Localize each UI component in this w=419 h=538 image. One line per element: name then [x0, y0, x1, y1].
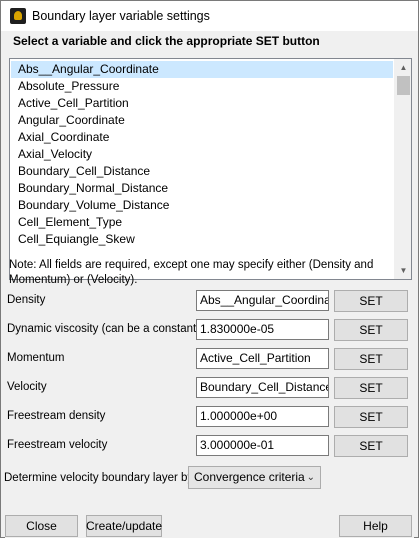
list-item[interactable]: Boundary_Volume_Distance	[11, 197, 393, 214]
freestream-density-label: Freestream density	[7, 410, 106, 422]
instructions-heading: Select a variable and click the appropri…	[13, 34, 320, 48]
list-item[interactable]: Cell_Element_Type	[11, 214, 393, 231]
list-item[interactable]: Cell_Equiangle_Skew	[11, 231, 393, 248]
velocity-label: Velocity	[7, 381, 47, 393]
list-item[interactable]: Axial_Velocity	[11, 146, 393, 163]
density-field[interactable]: Abs__Angular_Coordinate	[196, 290, 329, 311]
viscosity-field[interactable]: 1.830000e-05	[196, 319, 329, 340]
velocity-set-button[interactable]: SET	[334, 377, 408, 399]
list-item[interactable]: Boundary_Normal_Distance	[11, 180, 393, 197]
method-selected-value: Convergence criteria	[194, 470, 305, 484]
momentum-label: Momentum	[7, 352, 65, 364]
requirements-note: Note: All fields are required, except on…	[9, 259, 374, 286]
momentum-set-button[interactable]: SET	[334, 348, 408, 370]
density-row: Density Abs__Angular_Coordinate SET	[5, 290, 414, 312]
help-button[interactable]: Help	[339, 515, 412, 537]
chevron-down-icon: ⌄	[306, 472, 315, 483]
freestream-velocity-row: Freestream velocity 3.000000e-01 SET	[5, 435, 414, 457]
viscosity-set-button[interactable]: SET	[334, 319, 408, 341]
title-bar[interactable]: Boundary layer variable settings	[1, 1, 418, 31]
momentum-row: Momentum Active_Cell_Partition SET	[5, 348, 414, 370]
variable-list: Abs__Angular_Coordinate Absolute_Pressur…	[11, 61, 393, 248]
density-set-button[interactable]: SET	[334, 290, 408, 312]
freestream-velocity-field[interactable]: 3.000000e-01	[196, 435, 329, 456]
method-dropdown[interactable]: Convergence criteria ⌄	[188, 466, 321, 489]
list-item[interactable]: Axial_Coordinate	[11, 129, 393, 146]
window-title: Boundary layer variable settings	[32, 9, 210, 23]
method-label: Determine velocity boundary layer by	[4, 472, 194, 484]
list-item[interactable]: Absolute_Pressure	[11, 78, 393, 95]
dialog-body: Select a variable and click the appropri…	[4, 32, 414, 538]
dialog-window: Boundary layer variable settings Select …	[0, 0, 419, 538]
freestream-velocity-label: Freestream velocity	[7, 439, 108, 451]
variable-listbox[interactable]: Abs__Angular_Coordinate Absolute_Pressur…	[9, 58, 412, 280]
list-item[interactable]: Boundary_Cell_Distance	[11, 163, 393, 180]
freestream-density-set-button[interactable]: SET	[334, 406, 408, 428]
momentum-field[interactable]: Active_Cell_Partition	[196, 348, 329, 369]
velocity-field[interactable]: Boundary_Cell_Distance	[196, 377, 329, 398]
density-label: Density	[7, 294, 46, 306]
viscosity-row: Dynamic viscosity (can be a constant) 1.…	[5, 319, 414, 341]
create-update-button[interactable]: Create/update	[86, 515, 162, 537]
list-item[interactable]: Abs__Angular_Coordinate	[11, 61, 393, 78]
list-item[interactable]: Active_Cell_Partition	[11, 95, 393, 112]
close-button[interactable]: Close	[5, 515, 78, 537]
vertical-scrollbar[interactable]: ▲ ▼	[394, 59, 411, 279]
velocity-row: Velocity Boundary_Cell_Distance SET	[5, 377, 414, 399]
app-icon	[10, 8, 26, 24]
scroll-up-icon[interactable]: ▲	[395, 59, 411, 76]
freestream-density-field[interactable]: 1.000000e+00	[196, 406, 329, 427]
scroll-thumb[interactable]	[397, 76, 410, 95]
freestream-velocity-set-button[interactable]: SET	[334, 435, 408, 457]
list-item[interactable]: Angular_Coordinate	[11, 112, 393, 129]
freestream-density-row: Freestream density 1.000000e+00 SET	[5, 406, 414, 428]
viscosity-label: Dynamic viscosity (can be a constant)	[7, 323, 201, 335]
